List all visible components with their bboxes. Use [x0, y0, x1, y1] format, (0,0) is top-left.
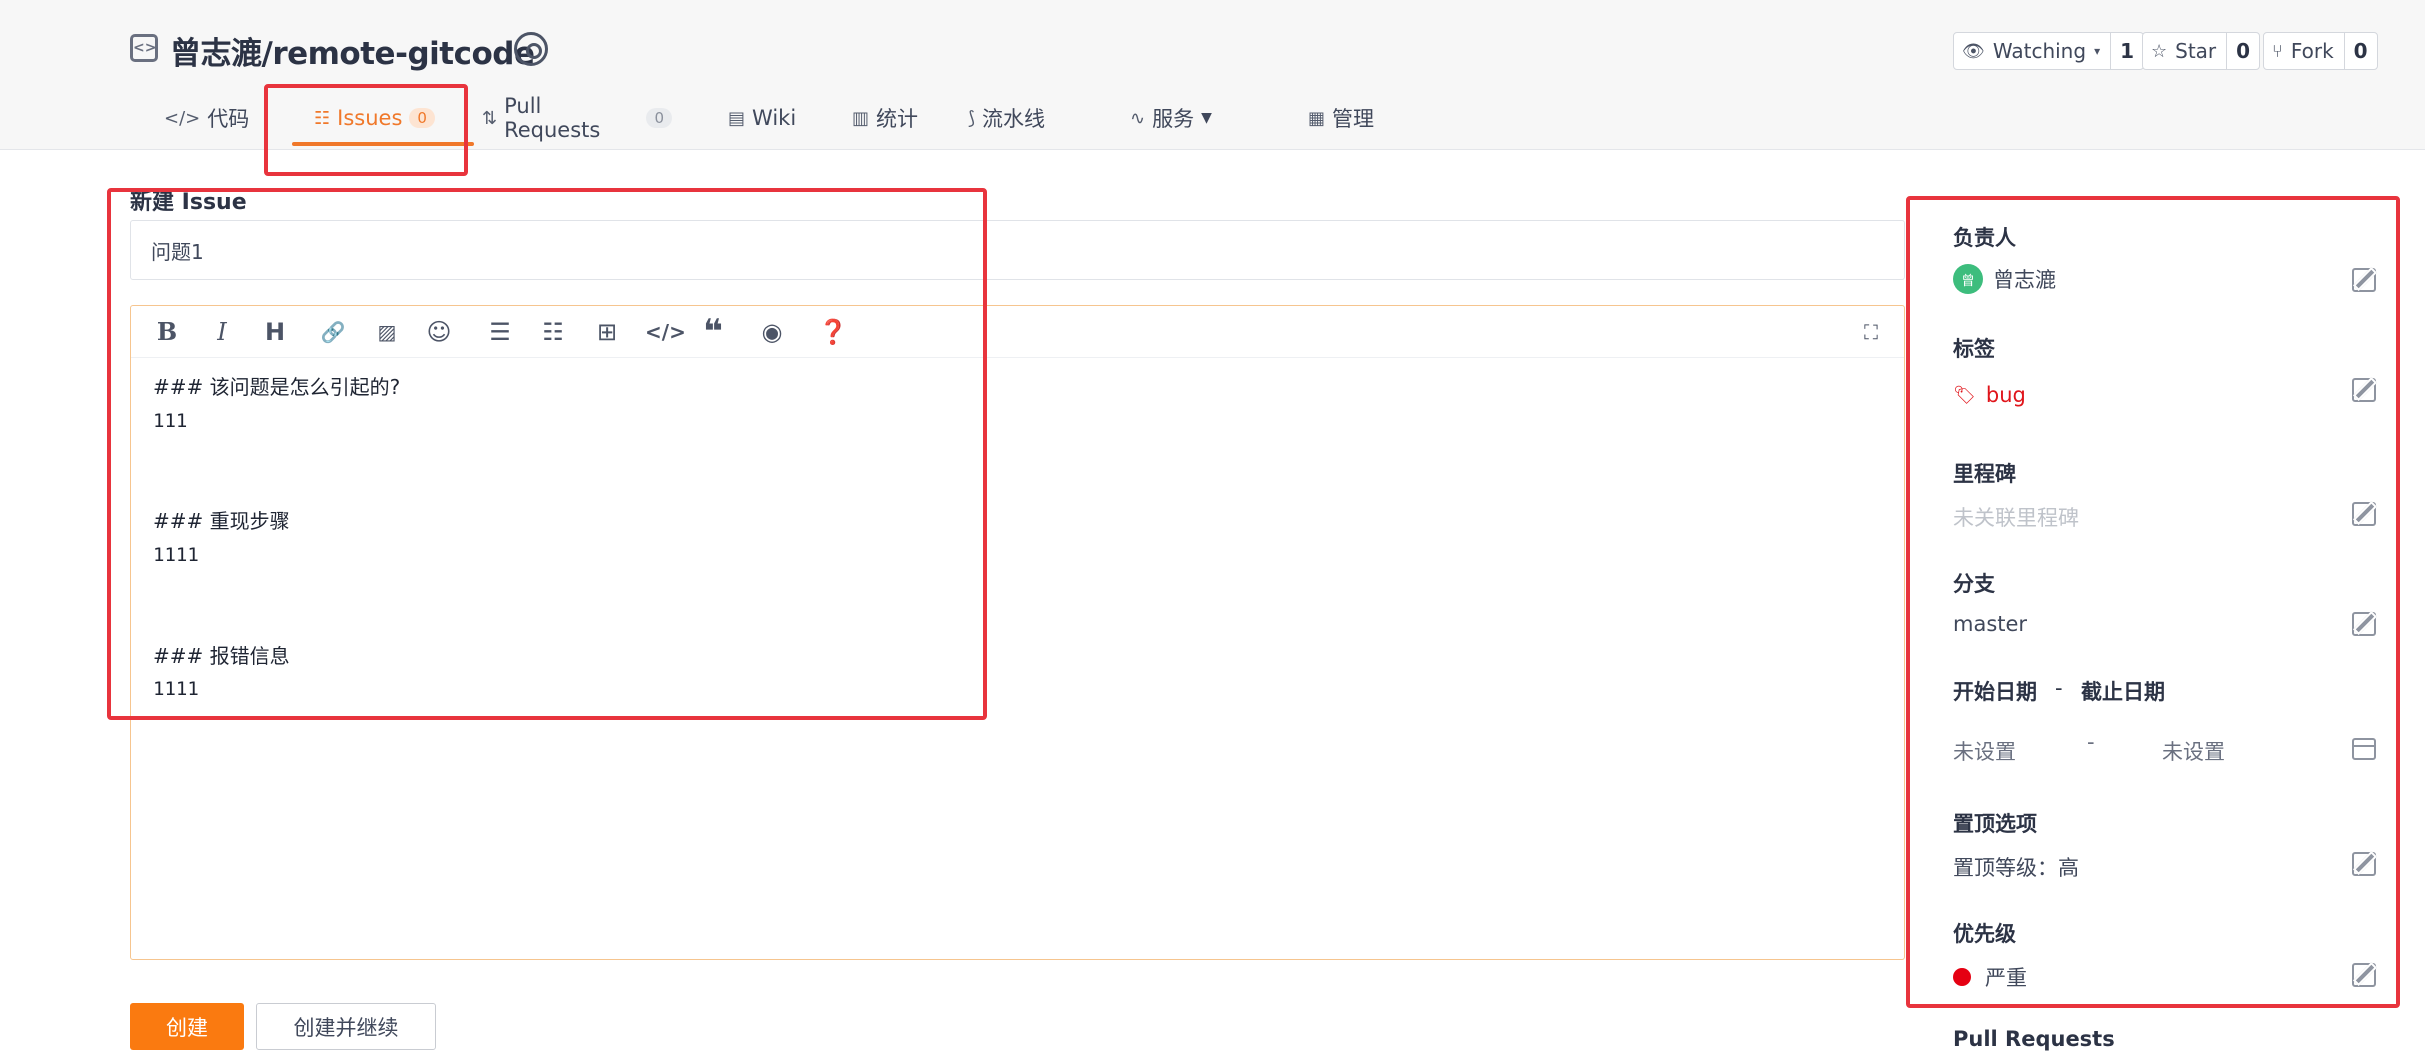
tab-wiki[interactable]: ▤ Wiki — [692, 96, 828, 140]
watch-button[interactable]: 👁 Watching ▾ 1 — [1953, 32, 2145, 70]
pull-request-icon: ⇅ — [482, 107, 498, 129]
repo-badge-icon[interactable] — [514, 32, 548, 66]
pipeline-icon: ⟆ — [968, 107, 976, 129]
eye-icon: 👁 — [1962, 40, 1985, 62]
tab-code[interactable]: </> 代码 — [130, 96, 276, 140]
tab-pipeline[interactable]: ⟆ 流水线 — [968, 96, 1130, 140]
settings-doc-icon: ▦ — [1308, 107, 1326, 129]
star-count[interactable]: 0 — [2226, 33, 2259, 69]
repo-code-icon: <> — [130, 34, 158, 62]
bar-chart-icon: ▥ — [852, 107, 870, 129]
watch-count[interactable]: 1 — [2110, 33, 2143, 69]
fork-count[interactable]: 0 — [2343, 33, 2377, 69]
create-and-continue-button[interactable]: 创建并继续 — [256, 1003, 436, 1050]
pull-requests-count: 0 — [646, 108, 672, 128]
highlight-issue-form — [107, 188, 987, 720]
highlight-sidebar — [1906, 196, 2400, 1008]
tab-pull-requests[interactable]: ⇅ Pull Requests 0 — [482, 94, 692, 142]
fork-button[interactable]: ⑂ Fork 0 — [2263, 32, 2378, 70]
highlight-issues-tab — [264, 84, 468, 176]
tab-services[interactable]: ∿ 服务 ▼ — [1130, 96, 1308, 140]
book-icon: ▤ — [728, 107, 746, 129]
pulse-icon: ∿ — [1130, 107, 1146, 129]
star-icon: ☆ — [2151, 40, 2168, 62]
create-button[interactable]: 创建 — [130, 1003, 244, 1050]
repo-title[interactable]: 曾志漉/remote-gitcode — [170, 28, 535, 73]
code-icon: </> — [164, 107, 201, 129]
pull-requests-label: Pull Requests — [1953, 1027, 2115, 1051]
caret-down-icon: ▼ — [1201, 110, 1212, 126]
caret-down-icon: ▾ — [2094, 44, 2101, 58]
tab-stats[interactable]: ▥ 统计 — [828, 96, 968, 140]
fullscreen-icon[interactable]: ⛶ — [1857, 318, 1885, 346]
fork-icon: ⑂ — [2272, 40, 2283, 62]
tab-manage[interactable]: ▦ 管理 — [1308, 96, 1448, 140]
star-button[interactable]: ☆ Star 0 — [2142, 32, 2261, 70]
